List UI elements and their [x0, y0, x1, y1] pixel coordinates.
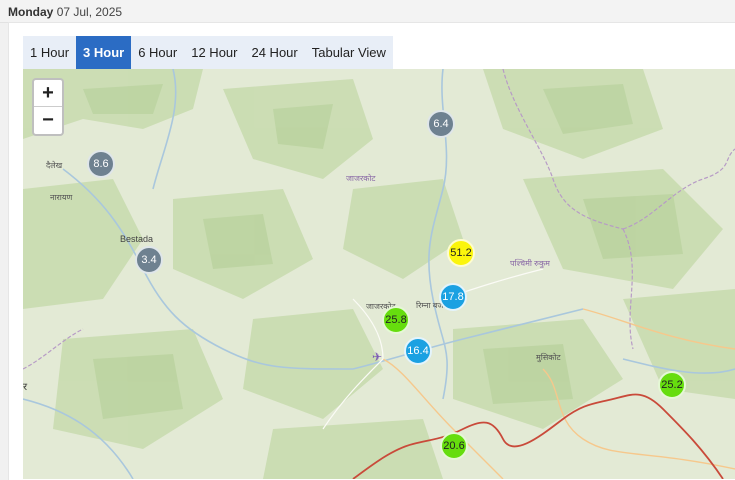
place-label-bestada: Bestada: [120, 234, 154, 244]
zoom-out-button[interactable]: −: [34, 107, 62, 133]
place-label-jajarkot: जाजरकोट: [346, 174, 376, 183]
station-marker[interactable]: 25.8: [382, 306, 410, 334]
station-marker[interactable]: 8.6: [87, 150, 115, 178]
zoom-in-button[interactable]: +: [34, 80, 62, 107]
place-label-western-rukum: पश्चिमी रुकुम: [510, 259, 550, 268]
date-display: Monday 07 Jul, 2025: [8, 5, 122, 19]
tab-1-hour[interactable]: 1 Hour: [23, 36, 76, 69]
map-basemap: [23, 69, 735, 479]
station-marker[interactable]: 17.8: [439, 283, 467, 311]
date-label: 07 Jul, 2025: [56, 5, 123, 19]
station-marker[interactable]: 51.2: [447, 239, 475, 267]
tab-6-hour[interactable]: 6 Hour: [131, 36, 184, 69]
station-marker[interactable]: 25.2: [658, 371, 686, 399]
tab-24-hour[interactable]: 24 Hour: [244, 36, 304, 69]
station-marker[interactable]: 16.4: [404, 337, 432, 365]
station-marker[interactable]: 3.4: [135, 246, 163, 274]
day-label: Monday: [8, 5, 54, 19]
top-bar: Monday 07 Jul, 2025: [0, 0, 735, 23]
place-label-musikot: मुसिकोट: [536, 353, 561, 362]
tab-12-hour[interactable]: 12 Hour: [184, 36, 244, 69]
place-label-dailekh: दैलेख: [46, 161, 63, 170]
zoom-control: + −: [32, 78, 64, 136]
station-marker[interactable]: 6.4: [427, 110, 455, 138]
rainfall-map[interactable]: + − दैलेख नारायण Bestada जाजरकोट पश्चिमी…: [23, 69, 735, 479]
place-label-edge: र: [23, 382, 28, 393]
tab-3-hour[interactable]: 3 Hour: [76, 36, 132, 69]
tab-tabular-view[interactable]: Tabular View: [305, 36, 393, 69]
station-marker[interactable]: 20.6: [440, 432, 468, 460]
place-label-narayan: नारायण: [50, 193, 73, 202]
time-range-tabs: 1 Hour 3 Hour 6 Hour 12 Hour 24 Hour Tab…: [23, 36, 393, 69]
airport-icon: ✈: [372, 350, 383, 364]
